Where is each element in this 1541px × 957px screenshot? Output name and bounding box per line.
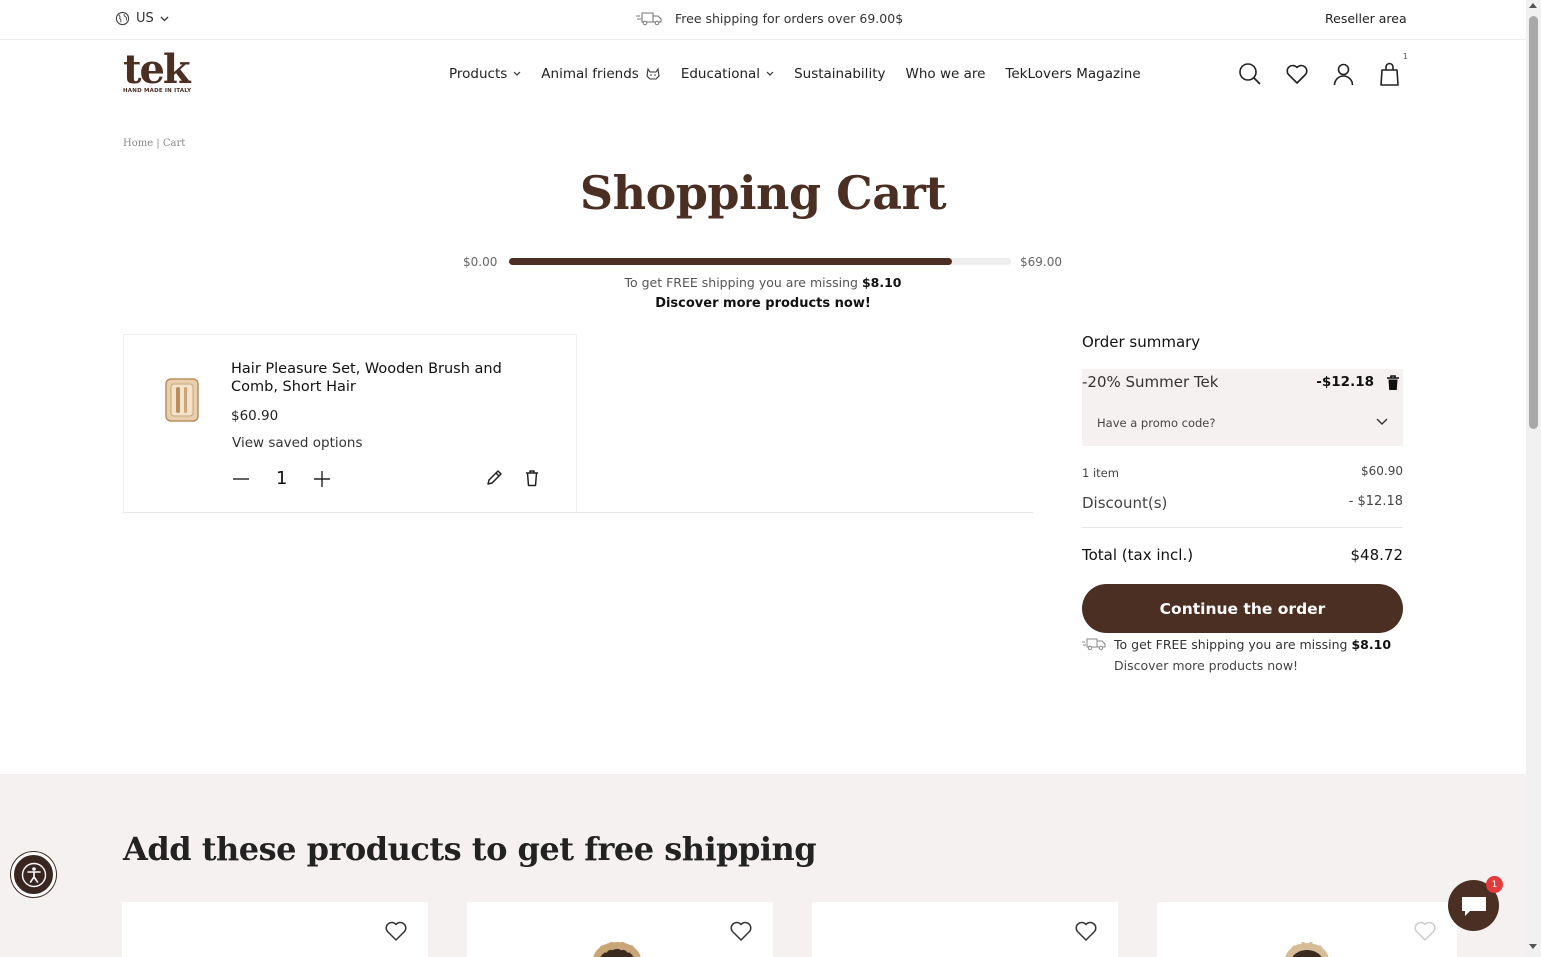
total-value: $48.72 xyxy=(1350,546,1404,564)
nav-label: TekLovers Magazine xyxy=(1005,66,1141,82)
dog-icon xyxy=(646,67,660,80)
shipping-banner: Free shipping for orders over 69.00$ xyxy=(636,11,903,26)
top-bar: US Free shipping for orders over 69.00$ … xyxy=(0,0,1526,40)
search-icon[interactable] xyxy=(1238,62,1261,86)
progress-fill xyxy=(509,258,953,265)
user-icon[interactable] xyxy=(1332,62,1355,86)
discover-products-link[interactable]: Discover more products now! xyxy=(0,296,1526,311)
nav-item-teklovers-magazine[interactable]: TekLovers Magazine xyxy=(1005,66,1140,82)
region-selector[interactable]: US xyxy=(115,11,169,26)
product-card[interactable] xyxy=(1157,902,1457,957)
trash-icon[interactable] xyxy=(524,469,540,487)
accessibility-button[interactable] xyxy=(11,852,56,897)
scroll-up-arrow[interactable] xyxy=(1529,3,1537,8)
truck-icon xyxy=(1082,638,1106,651)
upsell-title: Add these products to get free shipping xyxy=(123,830,817,868)
continue-order-button[interactable]: Continue the order xyxy=(1082,584,1403,633)
cart-icon[interactable]: 1 xyxy=(1379,52,1408,86)
progress-max-label: $69.00 xyxy=(1020,255,1062,269)
nav-item-educational[interactable]: Educational xyxy=(681,66,774,82)
heart-icon[interactable] xyxy=(1285,62,1308,86)
free-shipping-progress-bar xyxy=(509,258,1011,265)
upsell-section: Add these products to get free shipping xyxy=(0,774,1526,957)
truck-icon xyxy=(636,12,662,26)
remove-promo-trash-icon[interactable] xyxy=(1386,375,1400,391)
free-shipping-message-text: To get FREE shipping you are missing xyxy=(624,275,858,290)
product-card[interactable] xyxy=(467,902,773,957)
quantity-increase-button[interactable] xyxy=(313,470,331,488)
nav-label: Animal friends xyxy=(541,66,639,82)
scrollbar[interactable] xyxy=(1526,0,1541,957)
nav-label: Sustainability xyxy=(794,66,886,82)
nav-item-sustainability[interactable]: Sustainability xyxy=(794,66,885,82)
logo[interactable]: tek HAND MADE IN ITALY xyxy=(123,46,195,95)
free-shipping-message: To get FREE shipping you are missing $8.… xyxy=(0,275,1526,290)
breadcrumb-home[interactable]: Home xyxy=(123,138,153,149)
region-label: US xyxy=(136,11,154,26)
accessibility-icon xyxy=(21,862,46,887)
chevron-down-icon xyxy=(766,71,774,76)
heart-icon[interactable] xyxy=(729,920,753,942)
discount-value: - $12.18 xyxy=(1348,494,1403,509)
missing-amount: $8.10 xyxy=(861,275,902,290)
applied-promo-name: -20% Summer Tek xyxy=(1082,373,1219,391)
promo-code-toggle[interactable]: Have a promo code? xyxy=(1082,405,1403,441)
applied-promo-amount: -$12.18 xyxy=(1316,374,1374,390)
quantity-value[interactable]: 1 xyxy=(276,468,287,489)
items-subtotal: $60.90 xyxy=(1361,464,1403,478)
view-saved-options-link[interactable]: View saved options xyxy=(232,435,363,451)
logo-tagline: HAND MADE IN ITALY xyxy=(123,88,192,94)
nav-label: Who we are xyxy=(905,66,986,82)
promo-section: -20% Summer Tek -$12.18 Have a promo cod… xyxy=(1082,369,1403,446)
nav-item-products[interactable]: Products xyxy=(449,66,521,82)
chevron-down-icon xyxy=(160,16,169,21)
heart-icon[interactable] xyxy=(1074,920,1098,942)
order-summary-title: Order summary xyxy=(1082,333,1201,351)
heart-icon[interactable] xyxy=(1413,920,1437,942)
chevron-down-icon xyxy=(513,71,521,76)
progress-min-label: $0.00 xyxy=(463,255,498,269)
chat-notification-badge: 1 xyxy=(1486,876,1503,893)
product-card[interactable] xyxy=(122,902,428,957)
hairbrush-image xyxy=(593,941,641,957)
nav-label: Educational xyxy=(680,66,761,82)
chevron-down-icon xyxy=(1376,418,1388,425)
hairbrush-image xyxy=(1285,941,1329,957)
chat-icon xyxy=(1461,896,1486,916)
nav-item-animal-friends[interactable]: Animal friends xyxy=(541,66,661,82)
product-price: $60.90 xyxy=(231,408,279,424)
summary-shipping-message: To get FREE shipping you are missing $8.… xyxy=(1114,637,1391,652)
nav-item-who-we-are[interactable]: Who we are xyxy=(905,66,985,82)
product-thumbnail[interactable] xyxy=(162,376,202,424)
cart-count-badge: 1 xyxy=(1402,52,1408,61)
scroll-thumb[interactable] xyxy=(1529,16,1538,429)
summary-shipping-text: To get FREE shipping you are missing xyxy=(1114,637,1348,652)
shipping-banner-text: Free shipping for orders over 69.00$ xyxy=(675,11,904,26)
main-nav: Products Animal friends Educational Sust… xyxy=(449,66,1141,82)
breadcrumb: Home | Cart xyxy=(123,138,185,149)
globe-icon xyxy=(115,11,130,26)
scroll-down-arrow[interactable] xyxy=(1529,944,1537,949)
summary-missing-amount: $8.10 xyxy=(1351,637,1392,652)
page-title: Shopping Cart xyxy=(579,166,947,220)
divider xyxy=(123,512,1033,513)
reseller-area-link[interactable]: Reseller area xyxy=(1325,11,1407,26)
promo-code-label: Have a promo code? xyxy=(1097,416,1216,430)
quantity-decrease-button[interactable] xyxy=(232,470,250,488)
product-name-link[interactable]: Hair Pleasure Set, Wooden Brush and Comb… xyxy=(231,360,531,396)
summary-discover-link[interactable]: Discover more products now! xyxy=(1114,658,1298,673)
breadcrumb-separator: | xyxy=(156,138,160,149)
nav-label: Products xyxy=(449,66,508,82)
breadcrumb-current: Cart xyxy=(162,138,186,149)
heart-icon[interactable] xyxy=(384,920,408,942)
product-card[interactable] xyxy=(812,902,1118,957)
logo-text: tek xyxy=(123,46,191,93)
edit-icon[interactable] xyxy=(485,469,503,487)
header-actions: 1 xyxy=(1238,52,1408,86)
divider xyxy=(1082,527,1403,528)
